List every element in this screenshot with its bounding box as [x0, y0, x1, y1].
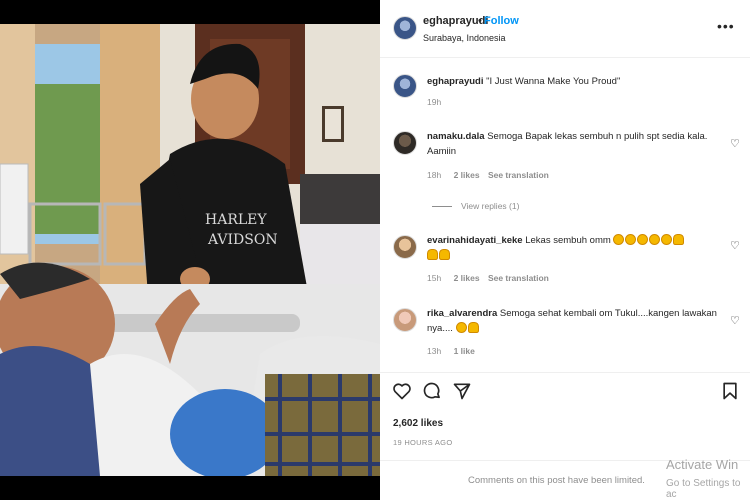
comment-body: Lekas sembuh omm [525, 235, 611, 246]
comment-username[interactable]: namaku.dala [427, 131, 485, 142]
windows-activation-subtitle: Go to Settings to ac [666, 478, 741, 500]
comment-meta: 15h 2 likes See translation [427, 273, 549, 283]
heart-icon[interactable] [392, 381, 412, 401]
caption-time: 19h [427, 97, 442, 107]
comment-text: evarinahidayati_keke Lekas sembuh omm [427, 233, 717, 263]
bookmark-icon[interactable] [720, 381, 740, 401]
likes-count[interactable]: 2,602 likes [393, 418, 443, 429]
see-translation-link[interactable]: See translation [488, 170, 549, 180]
post-location[interactable]: Surabaya, Indonesia [423, 33, 506, 43]
post-photo[interactable]: HARLEY AVIDSON [0, 24, 380, 476]
comment-username[interactable]: rika_alvarendra [427, 308, 497, 319]
more-horizontal-icon[interactable]: ••• [717, 18, 735, 34]
post-details-panel: eghaprayudi • Follow Surabaya, Indonesia… [380, 0, 750, 500]
comment-time: 13h [427, 346, 442, 356]
comment-heart-icon[interactable]: ♡ [730, 239, 740, 252]
see-translation-link[interactable]: See translation [488, 273, 549, 283]
caption-body: "I Just Wanna Make You Proud" [486, 76, 621, 87]
comment-username[interactable]: evarinahidayati_keke [427, 235, 523, 246]
comment-heart-icon[interactable]: ♡ [730, 137, 740, 150]
caption-avatar[interactable] [393, 74, 417, 98]
comment-meta: 18h 2 likes See translation [427, 170, 549, 180]
send-icon[interactable] [452, 381, 472, 401]
separator-dot: • [478, 15, 482, 27]
caption-text: eghaprayudi "I Just Wanna Make You Proud… [427, 74, 717, 89]
comment-heart-icon[interactable]: ♡ [730, 314, 740, 327]
comment-likes[interactable]: 2 likes [454, 273, 480, 283]
comments-section: eghaprayudi "I Just Wanna Make You Proud… [380, 58, 750, 372]
follow-button[interactable]: Follow [484, 15, 519, 27]
caption-username[interactable]: eghaprayudi [427, 76, 484, 87]
post-header: eghaprayudi • Follow Surabaya, Indonesia… [380, 0, 750, 58]
view-replies-line [432, 206, 452, 207]
emoji-row [455, 322, 480, 334]
view-replies-link[interactable]: View replies (1) [461, 201, 519, 211]
post-time-ago[interactable]: 19 HOURS AGO [393, 438, 452, 447]
commenter-avatar[interactable] [393, 308, 417, 332]
comment-meta: 13h 1 like [427, 346, 475, 356]
comment-likes[interactable]: 2 likes [454, 170, 480, 180]
commenter-avatar[interactable] [393, 235, 417, 259]
author-avatar[interactable] [393, 16, 417, 40]
photo-illustration: HARLEY AVIDSON [0, 24, 380, 476]
comment-text: namaku.dala Semoga Bapak lekas sembuh n … [427, 129, 717, 159]
comment-text: rika_alvarendra Semoga sehat kembali om … [427, 306, 717, 336]
windows-activation-title: Activate Win [666, 457, 739, 472]
post-media-area: HARLEY AVIDSON [0, 0, 380, 500]
comment-time: 15h [427, 273, 442, 283]
comment-time: 18h [427, 170, 442, 180]
commenter-avatar[interactable] [393, 131, 417, 155]
svg-text:HARLEY: HARLEY [205, 212, 267, 228]
comment-likes[interactable]: 1 like [454, 346, 475, 356]
comment-icon[interactable] [422, 381, 442, 401]
svg-text:AVIDSON: AVIDSON [207, 232, 278, 248]
post-actions-bar [380, 372, 750, 410]
comments-limited-notice: Comments on this post have been limited. [468, 475, 645, 486]
